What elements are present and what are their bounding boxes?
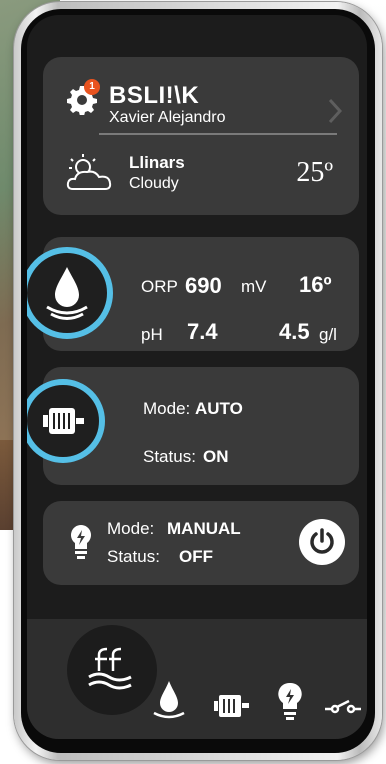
light-status-label: Status: <box>107 547 160 566</box>
motor-icon[interactable] <box>213 691 253 721</box>
orp-value: 690 <box>185 273 222 298</box>
header-divider <box>99 133 337 135</box>
salt-unit: g/l <box>319 325 337 344</box>
water-temperature: 16º <box>299 272 332 297</box>
chevron-right-icon[interactable] <box>325 97 345 125</box>
ff-logo-icon <box>88 647 132 690</box>
orp-label: ORP <box>141 277 178 296</box>
light-mode-value: MANUAL <box>167 519 241 538</box>
pump-mode-value: AUTO <box>195 399 243 418</box>
weather-city: Llinars <box>129 153 185 172</box>
light-mode-label: Mode: <box>107 519 155 538</box>
lightbulb-icon[interactable] <box>277 681 303 723</box>
water-drop-icon <box>46 267 88 320</box>
switch-icon[interactable] <box>323 697 363 717</box>
water-card[interactable]: ORP 690 mV 16º pH 7.4 4.5 g/l <box>27 237 359 351</box>
phone-frame: 1 BSLI!\K Xavier Alejandro Llinars Cloud… <box>14 2 382 760</box>
app-screen: 1 BSLI!\K Xavier Alejandro Llinars Cloud… <box>27 15 367 739</box>
header-card[interactable]: 1 BSLI!\K Xavier Alejandro Llinars Cloud… <box>43 57 359 215</box>
user-name: Xavier Alejandro <box>109 109 226 126</box>
cloud-sun-icon <box>66 154 112 190</box>
notification-badge[interactable]: 1 <box>84 79 100 95</box>
light-status-value: OFF <box>179 547 213 566</box>
pump-icon-ring[interactable] <box>27 379 105 463</box>
brand-title: BSLI!\K <box>109 82 200 109</box>
ff-logo-tab[interactable] <box>67 625 157 715</box>
orp-unit: mV <box>241 277 267 296</box>
weather-temperature: 25º <box>296 157 333 188</box>
light-card[interactable]: Mode: MANUAL Status: OFF <box>43 501 359 585</box>
weather-condition: Cloudy <box>129 175 179 192</box>
lightbulb-icon <box>71 525 91 559</box>
power-icon <box>310 528 334 554</box>
pump-mode-label: Mode: <box>143 399 191 418</box>
pump-status-label: Status: <box>143 447 196 466</box>
power-button[interactable] <box>299 519 345 565</box>
ph-value: 7.4 <box>187 319 218 344</box>
water-icon-ring[interactable] <box>27 247 113 339</box>
water-drop-icon[interactable] <box>151 679 187 723</box>
ph-label: pH <box>141 325 163 344</box>
motor-icon <box>43 408 84 434</box>
pump-status-value: ON <box>203 447 229 466</box>
salt-value: 4.5 <box>279 319 310 344</box>
pump-card[interactable]: Mode: AUTO Status: ON <box>27 367 359 485</box>
